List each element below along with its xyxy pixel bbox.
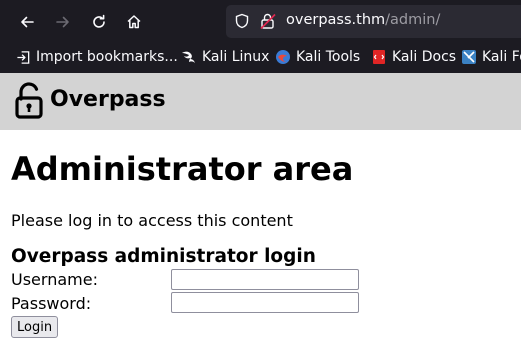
reload-icon — [93, 14, 105, 28]
brand-name[interactable]: Overpass — [50, 87, 166, 112]
username-label: Username: — [11, 270, 98, 289]
bookmark-label: Kali Fo — [482, 49, 521, 65]
insecure-lock-icon — [260, 13, 276, 30]
shield-icon — [235, 13, 249, 29]
url-text: overpass.thm/admin/ — [286, 12, 440, 28]
bookmark-kali-forums[interactable]: Kali Fo — [461, 49, 521, 65]
browser-chrome: overpass.thm/admin/ Import bookmarks... … — [0, 0, 521, 73]
kali-dragon-icon — [181, 49, 197, 65]
bookmark-label: Kali Linux — [202, 49, 270, 65]
forward-button[interactable] — [51, 10, 75, 34]
home-button[interactable] — [122, 10, 146, 34]
password-field[interactable] — [171, 292, 359, 313]
padlock-logo-icon — [15, 82, 43, 119]
bookmark-kali-tools[interactable]: Kali Tools — [275, 49, 360, 65]
kali-docs-icon — [371, 49, 387, 65]
url-host: overpass.thm — [286, 12, 386, 28]
intro-text: Please log in to access this content — [11, 211, 293, 230]
password-label: Password: — [11, 294, 92, 313]
kali-tools-icon — [275, 49, 291, 65]
bookmark-import[interactable]: Import bookmarks... — [15, 49, 178, 65]
page-title: Administrator area — [11, 150, 354, 188]
bookmarks-toolbar: Import bookmarks... Kali Linux Kali Tool… — [0, 44, 521, 73]
browser-toolbar: overpass.thm/admin/ — [0, 0, 521, 44]
back-arrow-icon — [21, 16, 34, 28]
url-path: /admin/ — [385, 12, 441, 28]
login-form-title: Overpass administrator login — [11, 246, 316, 267]
back-button[interactable] — [15, 10, 39, 34]
forward-arrow-icon — [56, 16, 69, 28]
kali-forums-icon — [461, 49, 477, 65]
home-icon — [127, 15, 141, 29]
bookmark-label: Kali Tools — [296, 49, 361, 65]
reload-button[interactable] — [87, 10, 111, 34]
login-button[interactable]: Login — [11, 316, 59, 338]
username-field[interactable] — [171, 269, 359, 290]
bookmark-kali-docs[interactable]: Kali Docs — [371, 49, 456, 65]
bookmark-label: Kali Docs — [392, 49, 457, 65]
site-header: Overpass — [0, 73, 521, 130]
import-icon — [15, 49, 31, 65]
url-bar[interactable]: overpass.thm/admin/ — [226, 5, 521, 38]
bookmark-label: Import bookmarks... — [36, 49, 178, 65]
bookmark-kali-linux[interactable]: Kali Linux — [181, 49, 269, 65]
